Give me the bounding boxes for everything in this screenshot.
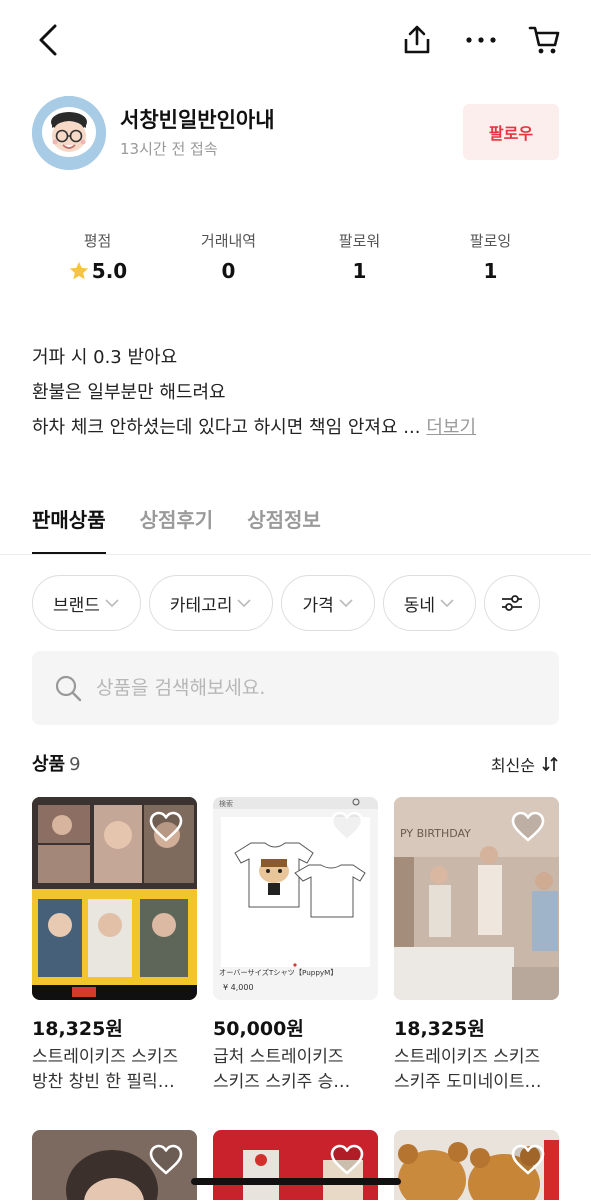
share-button[interactable] (395, 18, 439, 62)
chevron-down-icon (237, 599, 252, 608)
filter-price[interactable]: 가격 (281, 575, 375, 631)
see-more-link[interactable]: 더보기 (426, 417, 476, 438)
filter-neighborhood[interactable]: 동네 (382, 575, 477, 631)
chevron-down-icon (105, 599, 119, 608)
product-price: 50,000원 (213, 1018, 304, 1040)
product-name: 스트레이키즈 스키즈 스키주 도미네이트… (394, 1047, 542, 1092)
follow-button[interactable]: 팔로우 (463, 104, 559, 160)
filter-label: 브랜드 (53, 595, 100, 616)
filter-label: 카테고리 (169, 595, 233, 616)
product-search (32, 651, 559, 725)
more-horizontal-icon (466, 37, 496, 43)
stat-value: 1 (483, 259, 498, 283)
product-name: 급처 스트레이키즈 스키즈 스키주 승… (213, 1047, 351, 1092)
search-input[interactable] (96, 677, 496, 699)
thumb-search-text: 検索 (219, 799, 233, 808)
shop-profile: 서창빈일반인아내 13시간 전 접속 팔로우 (32, 96, 559, 170)
product-count: 9 (69, 754, 81, 775)
product-card[interactable] (32, 1130, 197, 1200)
stat-label: 평점 (83, 232, 112, 250)
heart-icon[interactable] (330, 811, 364, 843)
share-icon (404, 25, 430, 54)
avatar[interactable] (32, 96, 106, 170)
filter-label: 가격 (302, 595, 334, 616)
tab-shop-info[interactable]: 상점정보 (247, 497, 321, 555)
heart-icon[interactable] (149, 811, 183, 843)
heart-icon[interactable] (511, 1144, 545, 1176)
product-price: 18,325원 (32, 1018, 123, 1040)
shop-nickname: 서창빈일반인아내 (120, 108, 275, 132)
heart-icon[interactable] (330, 1144, 364, 1176)
back-button[interactable] (26, 18, 70, 62)
product-image[interactable] (213, 1130, 378, 1200)
product-list-header: 상품 9 최신순 (32, 750, 559, 780)
tab-reviews[interactable]: 상점후기 (140, 497, 214, 555)
chevron-down-icon (440, 599, 454, 608)
product-card[interactable] (394, 1130, 559, 1200)
filter-category[interactable]: 카테고리 (148, 575, 274, 631)
product-image[interactable]: PY BIRTHDAY (394, 797, 559, 1000)
thumb-banner: PY BIRTHDAY (400, 827, 471, 840)
product-image[interactable] (394, 1130, 559, 1200)
bio-line: 거파 시 0.3 받아요 (32, 347, 178, 368)
product-image[interactable] (32, 1130, 197, 1200)
product-image[interactable] (32, 797, 197, 1000)
thumb-caption: オーバーサイズTシャツ【PuppyM】 (219, 968, 338, 977)
thumb-price: ¥ 4,000 (223, 983, 254, 992)
stat-following[interactable]: 팔로잉 1 (425, 230, 556, 290)
tab-products[interactable]: 판매상품 (32, 497, 106, 555)
product-list-title: 상품 (32, 754, 66, 775)
home-indicator (191, 1178, 401, 1185)
filter-settings-button[interactable] (484, 575, 541, 631)
stat-label: 팔로잉 (469, 232, 512, 250)
shop-tabs: 판매상품 상점후기 상점정보 (32, 497, 321, 555)
stat-value: 0 (221, 259, 236, 283)
filter-brand[interactable]: 브랜드 (32, 575, 141, 631)
filter-bar: 브랜드 카테고리 가격 동네 (32, 575, 541, 631)
product-card[interactable]: PY BIRTHDAY 18,325원 스트레이키즈 스키즈 스키주 도미네이트… (394, 797, 559, 1095)
divider (0, 554, 591, 555)
stat-transactions[interactable]: 거래내역 0 (163, 230, 294, 290)
chevron-left-icon (39, 24, 57, 56)
bio-line: 하차 체크 안하셨는데 있다고 하시면 책임 안져요 ... (32, 417, 421, 438)
heart-icon[interactable] (511, 811, 545, 843)
sort-arrows-icon (542, 756, 558, 772)
stat-rating: 평점 5.0 (32, 230, 163, 290)
shop-description: 거파 시 0.3 받아요 환불은 일부분만 해드려요 하차 체크 안하셨는데 있… (32, 340, 572, 445)
product-image[interactable]: 検索 オーバーサイズTシャツ【PuppyM】 ¥ 4,000 (213, 797, 378, 1000)
star-icon (69, 261, 88, 280)
filter-label: 동네 (403, 595, 436, 616)
product-price: 18,325원 (394, 1018, 485, 1040)
search-icon (55, 675, 82, 702)
chevron-down-icon (339, 599, 353, 608)
bio-line: 환불은 일부분만 해드려요 (32, 382, 226, 403)
product-card[interactable]: 検索 オーバーサイズTシャツ【PuppyM】 ¥ 4,000 50,000원 급… (213, 797, 378, 1095)
more-button[interactable] (459, 18, 503, 62)
last-seen-text: 13시간 전 접속 (120, 140, 218, 158)
cart-icon (528, 26, 560, 54)
cart-button[interactable] (522, 18, 566, 62)
shop-stats: 평점 5.0 거래내역 0 팔로워 1 팔로잉 1 (32, 230, 559, 290)
stat-label: 거래내역 (200, 232, 257, 250)
top-bar (0, 0, 591, 82)
product-card[interactable] (213, 1130, 378, 1200)
heart-icon[interactable] (149, 1144, 183, 1176)
sort-label: 최신순 (490, 756, 535, 775)
stat-label: 팔로워 (338, 232, 381, 250)
product-name: 스트레이키즈 스키즈 방찬 창빈 한 필릭… (32, 1047, 179, 1092)
stat-followers[interactable]: 팔로워 1 (294, 230, 425, 290)
sort-button[interactable]: 최신순 (491, 752, 559, 776)
stat-value: 5.0 (91, 259, 128, 283)
stat-value: 1 (352, 259, 367, 283)
product-card[interactable]: 18,325원 스트레이키즈 스키즈 방찬 창빈 한 필릭… (32, 797, 197, 1095)
sliders-icon (502, 595, 523, 611)
